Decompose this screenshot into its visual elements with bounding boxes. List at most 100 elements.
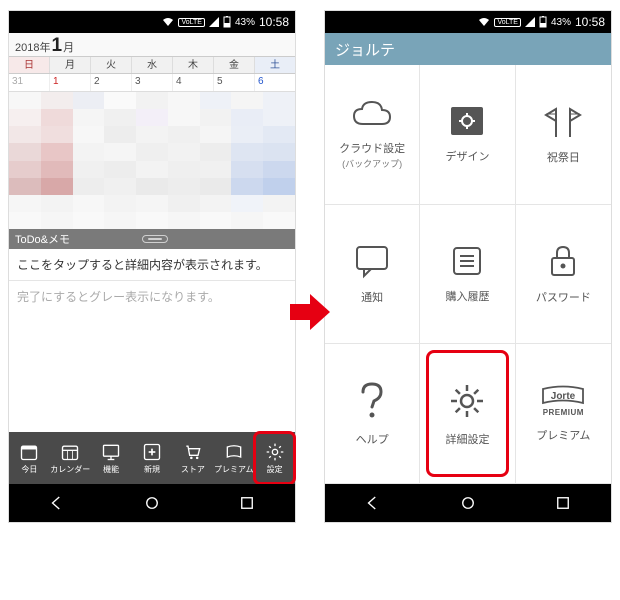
jorte-premium-icon: Jorte PREMIUM (540, 384, 586, 417)
drag-handle-icon[interactable] (142, 235, 168, 243)
speech-icon (353, 243, 391, 279)
nav-back-button[interactable] (48, 494, 66, 512)
weekday-sat: 土 (255, 57, 295, 73)
toolbar-premium-button[interactable]: プレミアム (213, 432, 254, 484)
toolbar-new-label: 新規 (144, 464, 160, 475)
todo-done-row[interactable]: 完了にするとグレー表示になります。 (9, 281, 295, 432)
weekday-thu: 木 (173, 57, 214, 73)
toolbar-features-button[interactable]: 機能 (91, 432, 132, 484)
cell-cloud-sub: (バックアップ) (339, 157, 405, 170)
cell-history[interactable]: 購入履歴 (420, 205, 515, 345)
toolbar-store-button[interactable]: ストア (172, 432, 213, 484)
toolbar-today-button[interactable]: 今日 (9, 432, 50, 484)
weekday-header: 日 月 火 水 木 金 土 (9, 57, 295, 74)
cell-password-label: パスワード (536, 289, 591, 305)
todo-header-label: ToDo&メモ (15, 231, 70, 247)
weekday-fri: 金 (214, 57, 255, 73)
cell-password[interactable]: パスワード (516, 205, 611, 345)
date-cell[interactable]: 1 (50, 74, 91, 91)
weekday-wed: 水 (132, 57, 173, 73)
phone-left: VoLTE 43% 10:58 2018 年 1 月 日 月 火 水 木 金 土… (8, 10, 296, 523)
nav-recent-button[interactable] (238, 494, 256, 512)
cell-holidays-label: 祝祭日 (547, 149, 580, 165)
nav-recent-button[interactable] (554, 494, 572, 512)
phone-right: VoLTE 43% 10:58 ジョルテ クラウド設定 (バックアップ) デザイン… (324, 10, 612, 523)
cell-notify-label: 通知 (361, 289, 383, 305)
date-cell[interactable]: 5 (214, 74, 255, 91)
volte-indicator: VoLTE (494, 18, 521, 27)
cell-cloud-label: クラウド設定 (339, 143, 405, 155)
app-title-bar: ジョルテ (325, 33, 611, 65)
design-icon (447, 104, 487, 138)
toolbar-settings-button[interactable]: 設定 (254, 432, 295, 484)
today-icon (19, 442, 39, 462)
svg-text:Jorte: Jorte (551, 391, 576, 402)
cell-advanced-label: 詳細設定 (445, 431, 489, 447)
cell-design[interactable]: デザイン (420, 65, 515, 205)
cell-cloud-settings[interactable]: クラウド設定 (バックアップ) (325, 65, 420, 205)
todo-header[interactable]: ToDo&メモ (9, 229, 295, 249)
calendar-icon (60, 442, 80, 462)
status-time: 10:58 (259, 15, 289, 29)
dates-row[interactable]: 31 1 2 3 4 5 6 (9, 74, 295, 92)
premium-brand-bottom: PREMIUM (543, 408, 584, 417)
plus-icon (142, 442, 162, 462)
cell-premium-label: プレミアム (536, 427, 590, 443)
android-nav-bar (9, 484, 295, 522)
weekday-mon: 月 (50, 57, 91, 73)
cell-history-label: 購入履歴 (445, 288, 489, 304)
status-bar: VoLTE 43% 10:58 (325, 11, 611, 33)
monitor-icon (101, 442, 121, 462)
month-suffix: 月 (63, 39, 74, 55)
toolbar-settings-label: 設定 (267, 464, 283, 475)
signal-icon (525, 17, 535, 27)
lock-icon (548, 243, 578, 279)
calendar-year: 2018 (15, 42, 39, 54)
wifi-icon (162, 17, 174, 27)
toolbar-today-label: 今日 (21, 464, 37, 475)
status-bar: VoLTE 43% 10:58 (9, 11, 295, 33)
nav-home-button[interactable] (459, 494, 477, 512)
cell-premium[interactable]: Jorte PREMIUM プレミアム (516, 344, 611, 484)
cell-design-label: デザイン (445, 148, 489, 164)
battery-icon (223, 16, 231, 28)
cell-help[interactable]: ヘルプ (325, 344, 420, 484)
calendar-month: 1 (51, 35, 62, 57)
toolbar-store-label: ストア (181, 464, 205, 475)
android-nav-bar (325, 484, 611, 522)
list-icon (450, 244, 484, 278)
calendar-title[interactable]: 2018 年 1 月 (9, 33, 295, 57)
todo-hint-row[interactable]: ここをタップすると詳細内容が表示されます。 (9, 249, 295, 281)
flags-icon (543, 103, 583, 139)
date-cell[interactable]: 31 (9, 74, 50, 91)
toolbar-calendar-label: カレンダー (50, 464, 90, 475)
help-icon (358, 381, 386, 421)
year-suffix: 年 (39, 39, 50, 55)
toolbar-features-label: 機能 (103, 464, 119, 475)
cell-advanced-settings[interactable]: 詳細設定 (420, 344, 515, 484)
cloud-icon (351, 98, 393, 130)
date-cell[interactable]: 2 (91, 74, 132, 91)
nav-home-button[interactable] (143, 494, 161, 512)
cell-holidays[interactable]: 祝祭日 (516, 65, 611, 205)
battery-percent: 43% (551, 17, 571, 28)
date-cell[interactable]: 3 (132, 74, 173, 91)
arrow-icon (288, 290, 332, 334)
weekday-tue: 火 (91, 57, 132, 73)
cell-notify[interactable]: 通知 (325, 205, 420, 345)
settings-grid: クラウド設定 (バックアップ) デザイン 祝祭日 通知 購入履歴 パスワード (325, 65, 611, 484)
cell-help-label: ヘルプ (356, 431, 389, 447)
weekday-sun: 日 (9, 57, 50, 73)
nav-back-button[interactable] (364, 494, 382, 512)
date-cell[interactable]: 6 (255, 74, 295, 91)
jorte-icon (224, 442, 244, 462)
app-title: ジョルテ (335, 39, 395, 60)
battery-icon (539, 16, 547, 28)
status-time: 10:58 (575, 15, 605, 29)
volte-indicator: VoLTE (178, 18, 205, 27)
date-cell[interactable]: 4 (173, 74, 214, 91)
toolbar-new-button[interactable]: 新規 (132, 432, 173, 484)
calendar-body-pixelated[interactable] (9, 92, 295, 229)
gear-icon (447, 381, 487, 421)
toolbar-calendar-button[interactable]: カレンダー (50, 432, 91, 484)
